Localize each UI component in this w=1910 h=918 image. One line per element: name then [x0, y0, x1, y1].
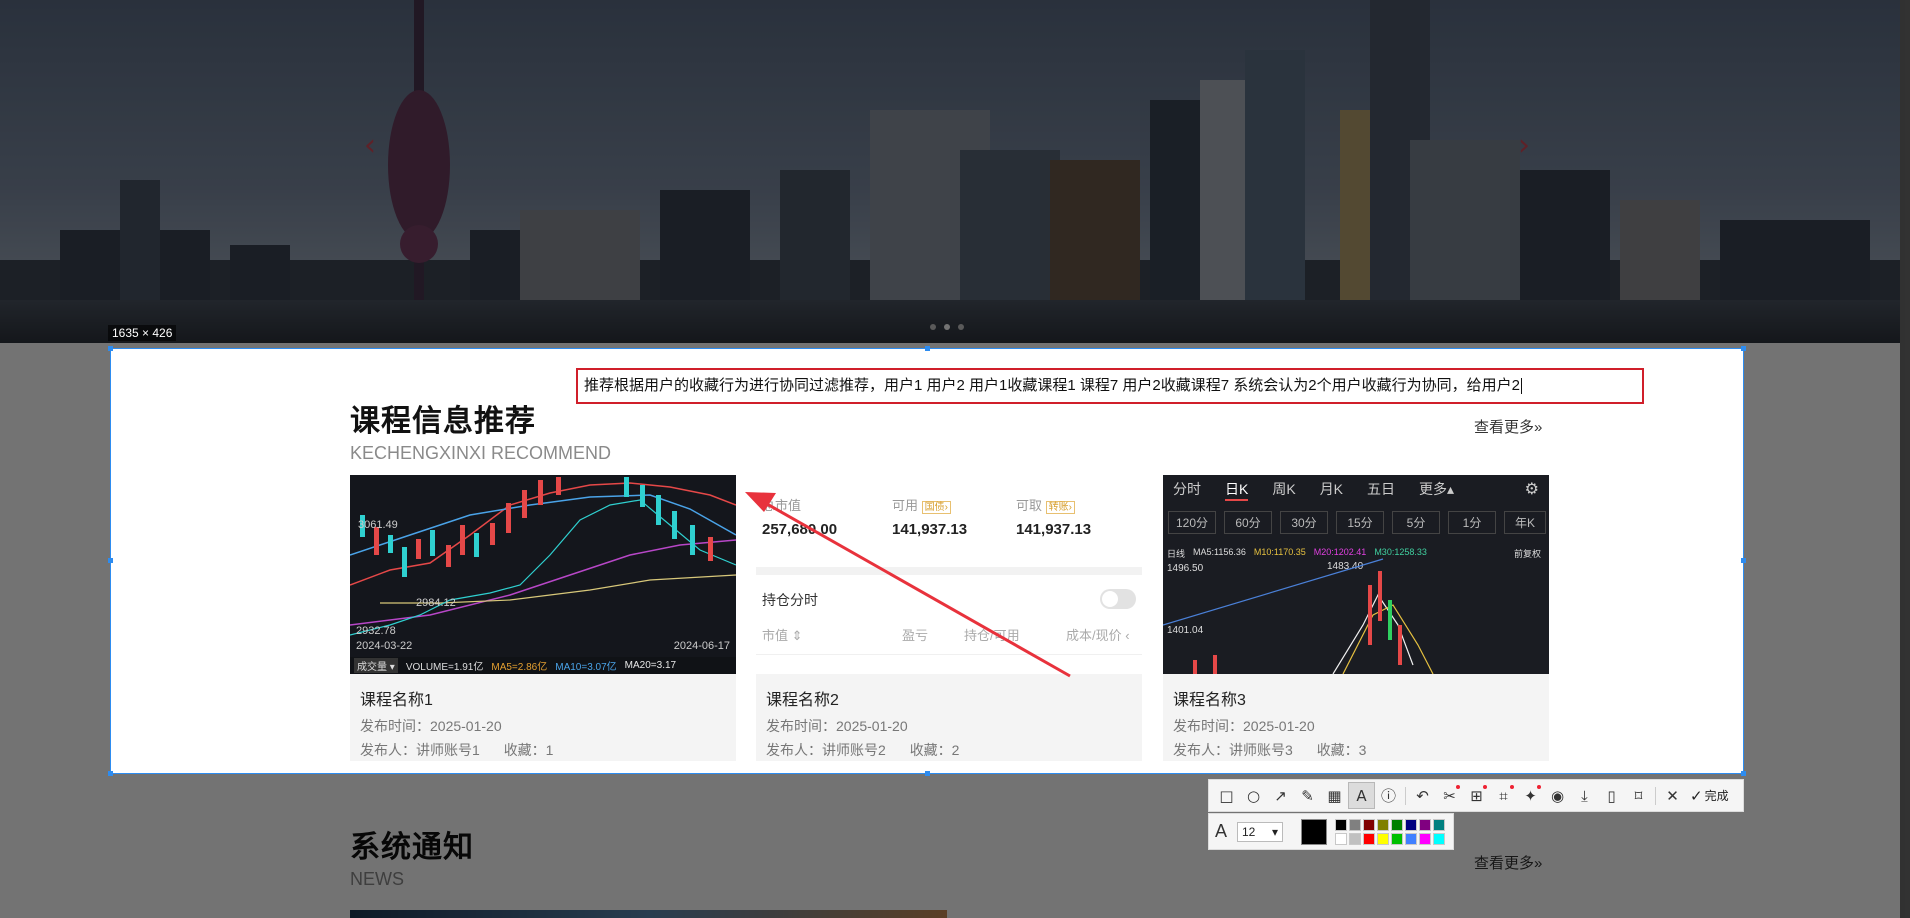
font-size-select[interactable]: 12 ▾ — [1237, 821, 1283, 842]
bookmark-icon[interactable]: ⌑ — [1625, 782, 1652, 809]
carousel-dot[interactable] — [930, 324, 936, 330]
annotation-text-input[interactable]: 推荐根据用户的收藏行为进行协同过滤推荐，用户1 用户2 用户1收藏课程1 课程7… — [576, 368, 1644, 404]
capture-size-label: 1635 × 426 — [108, 325, 177, 341]
carousel-dot-active[interactable] — [944, 324, 950, 330]
color-swatch[interactable] — [1433, 832, 1445, 845]
done-label: 完成 — [1704, 789, 1729, 803]
scissors-icon[interactable]: ✂ — [1436, 782, 1463, 809]
hero-banner: ‹ › — [0, 0, 1900, 343]
number-tool-icon[interactable]: ⓘ — [1375, 782, 1402, 809]
color-swatch[interactable] — [1335, 832, 1347, 845]
chevron-down-icon: ▾ — [1271, 824, 1278, 839]
color-swatch[interactable] — [1363, 818, 1375, 831]
font-icon: A — [1215, 821, 1228, 841]
news-more-link[interactable]: 查看更多» — [1474, 852, 1542, 873]
close-icon[interactable]: ✕ — [1659, 782, 1686, 809]
color-swatch[interactable] — [1377, 818, 1389, 831]
resize-handle-se[interactable] — [1741, 771, 1746, 776]
done-button[interactable]: ✓ 完成 — [1690, 787, 1729, 805]
resize-handle-n[interactable] — [925, 346, 930, 351]
resize-handle-ne[interactable] — [1741, 346, 1746, 351]
pin-icon[interactable]: ✦ — [1517, 782, 1544, 809]
color-swatch[interactable] — [1349, 832, 1361, 845]
arrow-tool-icon[interactable]: ↗ — [1267, 782, 1294, 809]
color-swatch[interactable] — [1433, 818, 1445, 831]
color-swatch[interactable] — [1391, 818, 1403, 831]
translate-icon[interactable]: ⊞ — [1463, 782, 1490, 809]
download-icon[interactable]: ⤓ — [1571, 782, 1598, 809]
color-swatch[interactable] — [1419, 818, 1431, 831]
carousel-next-arrow[interactable]: › — [1518, 128, 1530, 163]
news-subtitle: NEWS — [350, 869, 404, 889]
rectangle-tool-icon[interactable]: □ — [1213, 782, 1240, 809]
record-icon[interactable]: ◉ — [1544, 782, 1571, 809]
resize-handle-nw[interactable] — [108, 346, 113, 351]
news-title: 系统通知 — [350, 831, 474, 864]
resize-handle-e[interactable] — [1741, 558, 1746, 563]
capture-toolbar: □ ○ ↗ ✎ ▦ A ⓘ ↶ ✂ ⊞ ⌗ ✦ ◉ ⤓ ▯ ⌑ ✕ ✓ 完成 — [1208, 779, 1744, 812]
news-image — [350, 910, 947, 918]
capture-selection — [111, 349, 1743, 773]
ellipse-tool-icon[interactable]: ○ — [1240, 782, 1267, 809]
ocr-icon[interactable]: ⌗ — [1490, 782, 1517, 809]
text-tool-icon[interactable]: A — [1348, 782, 1375, 809]
color-swatch[interactable] — [1349, 818, 1361, 831]
text-tool-options: A 12 ▾ — [1208, 813, 1454, 850]
color-palette — [1335, 818, 1445, 845]
color-swatch[interactable] — [1419, 832, 1431, 845]
carousel-dot[interactable] — [958, 324, 964, 330]
font-size-value: 12 — [1242, 824, 1256, 839]
color-swatch[interactable] — [1363, 832, 1375, 845]
mosaic-tool-icon[interactable]: ▦ — [1321, 782, 1348, 809]
color-swatch[interactable] — [1405, 832, 1417, 845]
pen-tool-icon[interactable]: ✎ — [1294, 782, 1321, 809]
phone-icon[interactable]: ▯ — [1598, 782, 1625, 809]
news-title-block: 系统通知 NEWS — [350, 822, 474, 890]
resize-handle-w[interactable] — [108, 558, 113, 563]
resize-handle-sw[interactable] — [108, 771, 113, 776]
color-swatch[interactable] — [1335, 818, 1347, 831]
color-swatch[interactable] — [1391, 832, 1403, 845]
check-icon: ✓ — [1690, 786, 1703, 805]
carousel-prev-arrow[interactable]: ‹ — [364, 128, 376, 163]
current-color-swatch[interactable] — [1301, 818, 1327, 845]
color-swatch[interactable] — [1377, 832, 1389, 845]
resize-handle-s[interactable] — [925, 771, 930, 776]
undo-icon[interactable]: ↶ — [1409, 782, 1436, 809]
carousel-dots — [930, 324, 964, 330]
text-caret — [1520, 378, 1522, 395]
color-swatch[interactable] — [1405, 818, 1417, 831]
